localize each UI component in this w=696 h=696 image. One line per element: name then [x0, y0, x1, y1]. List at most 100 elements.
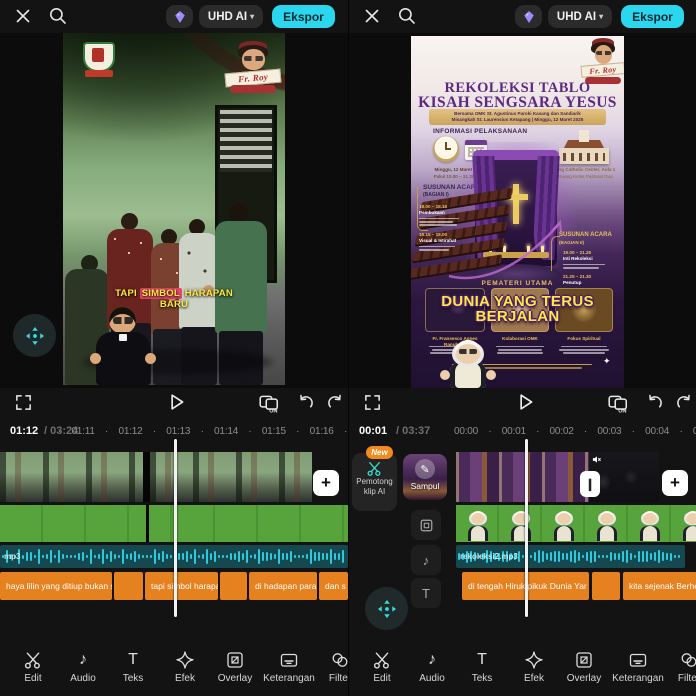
- bottom-toolbar: Edit ♪ Audio T Teks Efek Overlay Keteran…: [0, 645, 348, 696]
- editor-panel-left: UHD AI ▾ Ekspor: [0, 0, 348, 696]
- export-button[interactable]: Ekspor: [272, 5, 335, 28]
- overlay-track-button[interactable]: [411, 510, 441, 540]
- search-icon[interactable]: [48, 6, 68, 26]
- caption-line: BERJALAN: [411, 309, 624, 324]
- pip-on-label: ON: [269, 408, 277, 414]
- uhd-label: UHD AI: [557, 11, 596, 23]
- audio-track-button[interactable]: ♪: [411, 545, 441, 575]
- cover-button[interactable]: ✎ Sampul: [403, 454, 447, 500]
- uhd-label: UHD AI: [208, 11, 247, 23]
- caption-word: HARAPAN: [185, 288, 233, 299]
- froy-badge: Fr. Roy: [582, 38, 624, 84]
- caret-down-icon: ▾: [250, 12, 254, 21]
- text-clip[interactable]: haya lilin yang ditiup bukan sek: [0, 572, 112, 600]
- pencil-icon: ✎: [415, 459, 435, 479]
- filter-icon: [679, 650, 696, 670]
- text-clip[interactable]: di hadapan para: [249, 572, 317, 600]
- caption-word: TAPI: [115, 288, 137, 299]
- parish-crest-logo: [83, 42, 115, 78]
- presenter-avatar: [442, 340, 494, 388]
- ai-clip-cut-button[interactable]: Pemotong klip AI: [352, 453, 397, 511]
- timeline-ruler[interactable]: 00:01 / 03:37 00:00 · 00:01 · 00:02 · 00…: [349, 418, 696, 445]
- export-button[interactable]: Ekspor: [621, 5, 684, 28]
- new-badge: New: [366, 446, 393, 459]
- caption-word: BARU: [160, 299, 188, 310]
- poster-frame[interactable]: Fr. Roy REKOLEKSI TABLO KISAH SENGSARA Y…: [411, 36, 624, 388]
- pip-toggle-icon[interactable]: ON: [607, 392, 629, 414]
- redo-icon[interactable]: [326, 393, 345, 412]
- gem-icon: [521, 9, 537, 25]
- text-clip[interactable]: tapi simbol harapa: [145, 572, 218, 600]
- poster-subtitle: Bersama OMK St. Agustinus Paroki Kasang …: [429, 109, 606, 125]
- caption-line: DUNIA YANG TERUS: [411, 294, 624, 309]
- close-icon[interactable]: [13, 6, 33, 26]
- poster-agenda2-part: (BAGIAN II): [559, 240, 584, 245]
- scene-figure: [229, 203, 248, 222]
- scene-figure: [121, 213, 138, 230]
- editor-panel-right: UHD AI ▾ Ekspor Fr. Roy REKOLEKSI TABLO …: [348, 0, 696, 696]
- audio-track[interactable]: rekoleksi2.mp3: [456, 545, 685, 568]
- play-icon[interactable]: [514, 391, 536, 413]
- froy-badge-label: Fr. Roy: [238, 71, 269, 84]
- overlay-avatar-thumb: [679, 511, 696, 541]
- pip-toggle-icon[interactable]: ON: [258, 392, 280, 414]
- speaker-detail-lines: [491, 344, 549, 355]
- presenter-avatar: [88, 305, 158, 385]
- fullscreen-icon[interactable]: [363, 393, 382, 412]
- undo-icon[interactable]: [645, 393, 664, 412]
- text-clip[interactable]: [592, 572, 620, 600]
- uhd-quality-button[interactable]: UHD AI ▾: [199, 5, 263, 28]
- overlay-track[interactable]: [456, 505, 696, 542]
- transform-move-button[interactable]: [13, 314, 56, 357]
- search-icon[interactable]: [397, 6, 417, 26]
- timeline-tracks: + mp3 haya lilin yang ditiup bukan sek t…: [0, 445, 348, 645]
- text-track-button[interactable]: T: [411, 578, 441, 608]
- transition-button[interactable]: ❙: [580, 471, 600, 497]
- speaker-detail-lines: [555, 344, 613, 355]
- captions-icon: [628, 650, 648, 670]
- schedule-item: 19.00 – 21.25 Inti Rekoleksi: [563, 250, 605, 269]
- ruler-ticks: · 01:11 · 01:12 · 01:13 · 01:14 · 01:15 …: [58, 426, 348, 437]
- schedule-item: 18.15 – 19.00 Visual & Istirahat: [419, 232, 456, 251]
- close-icon[interactable]: [362, 6, 382, 26]
- playhead[interactable]: [525, 439, 528, 617]
- redo-icon[interactable]: [675, 393, 694, 412]
- video-preview[interactable]: Fr. Roy TAPI SIMBOL HARAPAN BARU: [0, 33, 348, 388]
- overlay-icon: [225, 650, 245, 670]
- pro-gem-button[interactable]: [515, 5, 542, 28]
- top-bar: UHD AI ▾ Ekspor: [0, 0, 348, 33]
- text-clip[interactable]: [220, 572, 247, 600]
- effects-star-icon: [175, 650, 195, 670]
- undo-icon[interactable]: [296, 393, 315, 412]
- video-clip[interactable]: [0, 452, 143, 502]
- overlay-avatar-thumb: [550, 511, 578, 541]
- transform-move-button[interactable]: [365, 587, 408, 630]
- video-frame[interactable]: Fr. Roy TAPI SIMBOL HARAPAN BARU: [63, 33, 285, 385]
- poster-clip[interactable]: [456, 452, 589, 502]
- scissors-icon: [23, 650, 43, 670]
- effects-star-icon: [524, 650, 544, 670]
- text-clip[interactable]: [114, 572, 143, 600]
- text-clip[interactable]: dan s: [319, 572, 348, 600]
- playhead[interactable]: [174, 439, 177, 617]
- overlay-mini-icon: [419, 518, 434, 533]
- current-time: 01:12: [10, 425, 38, 437]
- video-preview[interactable]: Fr. Roy REKOLEKSI TABLO KISAH SENGSARA Y…: [349, 33, 696, 388]
- add-clip-button[interactable]: +: [313, 470, 339, 496]
- pro-gem-button[interactable]: [166, 5, 193, 28]
- text-clip[interactable]: kita sejenak Berhen: [623, 572, 696, 600]
- toolbar-filter[interactable]: Filter: [308, 650, 348, 694]
- play-icon[interactable]: [165, 391, 187, 413]
- ruler-ticks: 00:00 · 00:01 · 00:02 · 00:03 · 00:04 · …: [454, 426, 696, 437]
- total-duration: / 03:37: [396, 425, 430, 437]
- uhd-quality-button[interactable]: UHD AI ▾: [548, 5, 612, 28]
- sparkle-icon: ✦: [603, 356, 611, 367]
- add-clip-button[interactable]: +: [662, 470, 688, 496]
- toolbar-filter[interactable]: Filter: [657, 650, 696, 694]
- video-track[interactable]: [456, 452, 696, 502]
- captions-icon: [279, 650, 299, 670]
- poster-info-header: INFORMASI PELAKSANAAN: [433, 128, 527, 135]
- subtitle-overlay[interactable]: DUNIA YANG TERUS BERJALAN: [411, 294, 624, 324]
- fullscreen-icon[interactable]: [14, 393, 33, 412]
- froy-badge: Fr. Roy: [226, 41, 280, 93]
